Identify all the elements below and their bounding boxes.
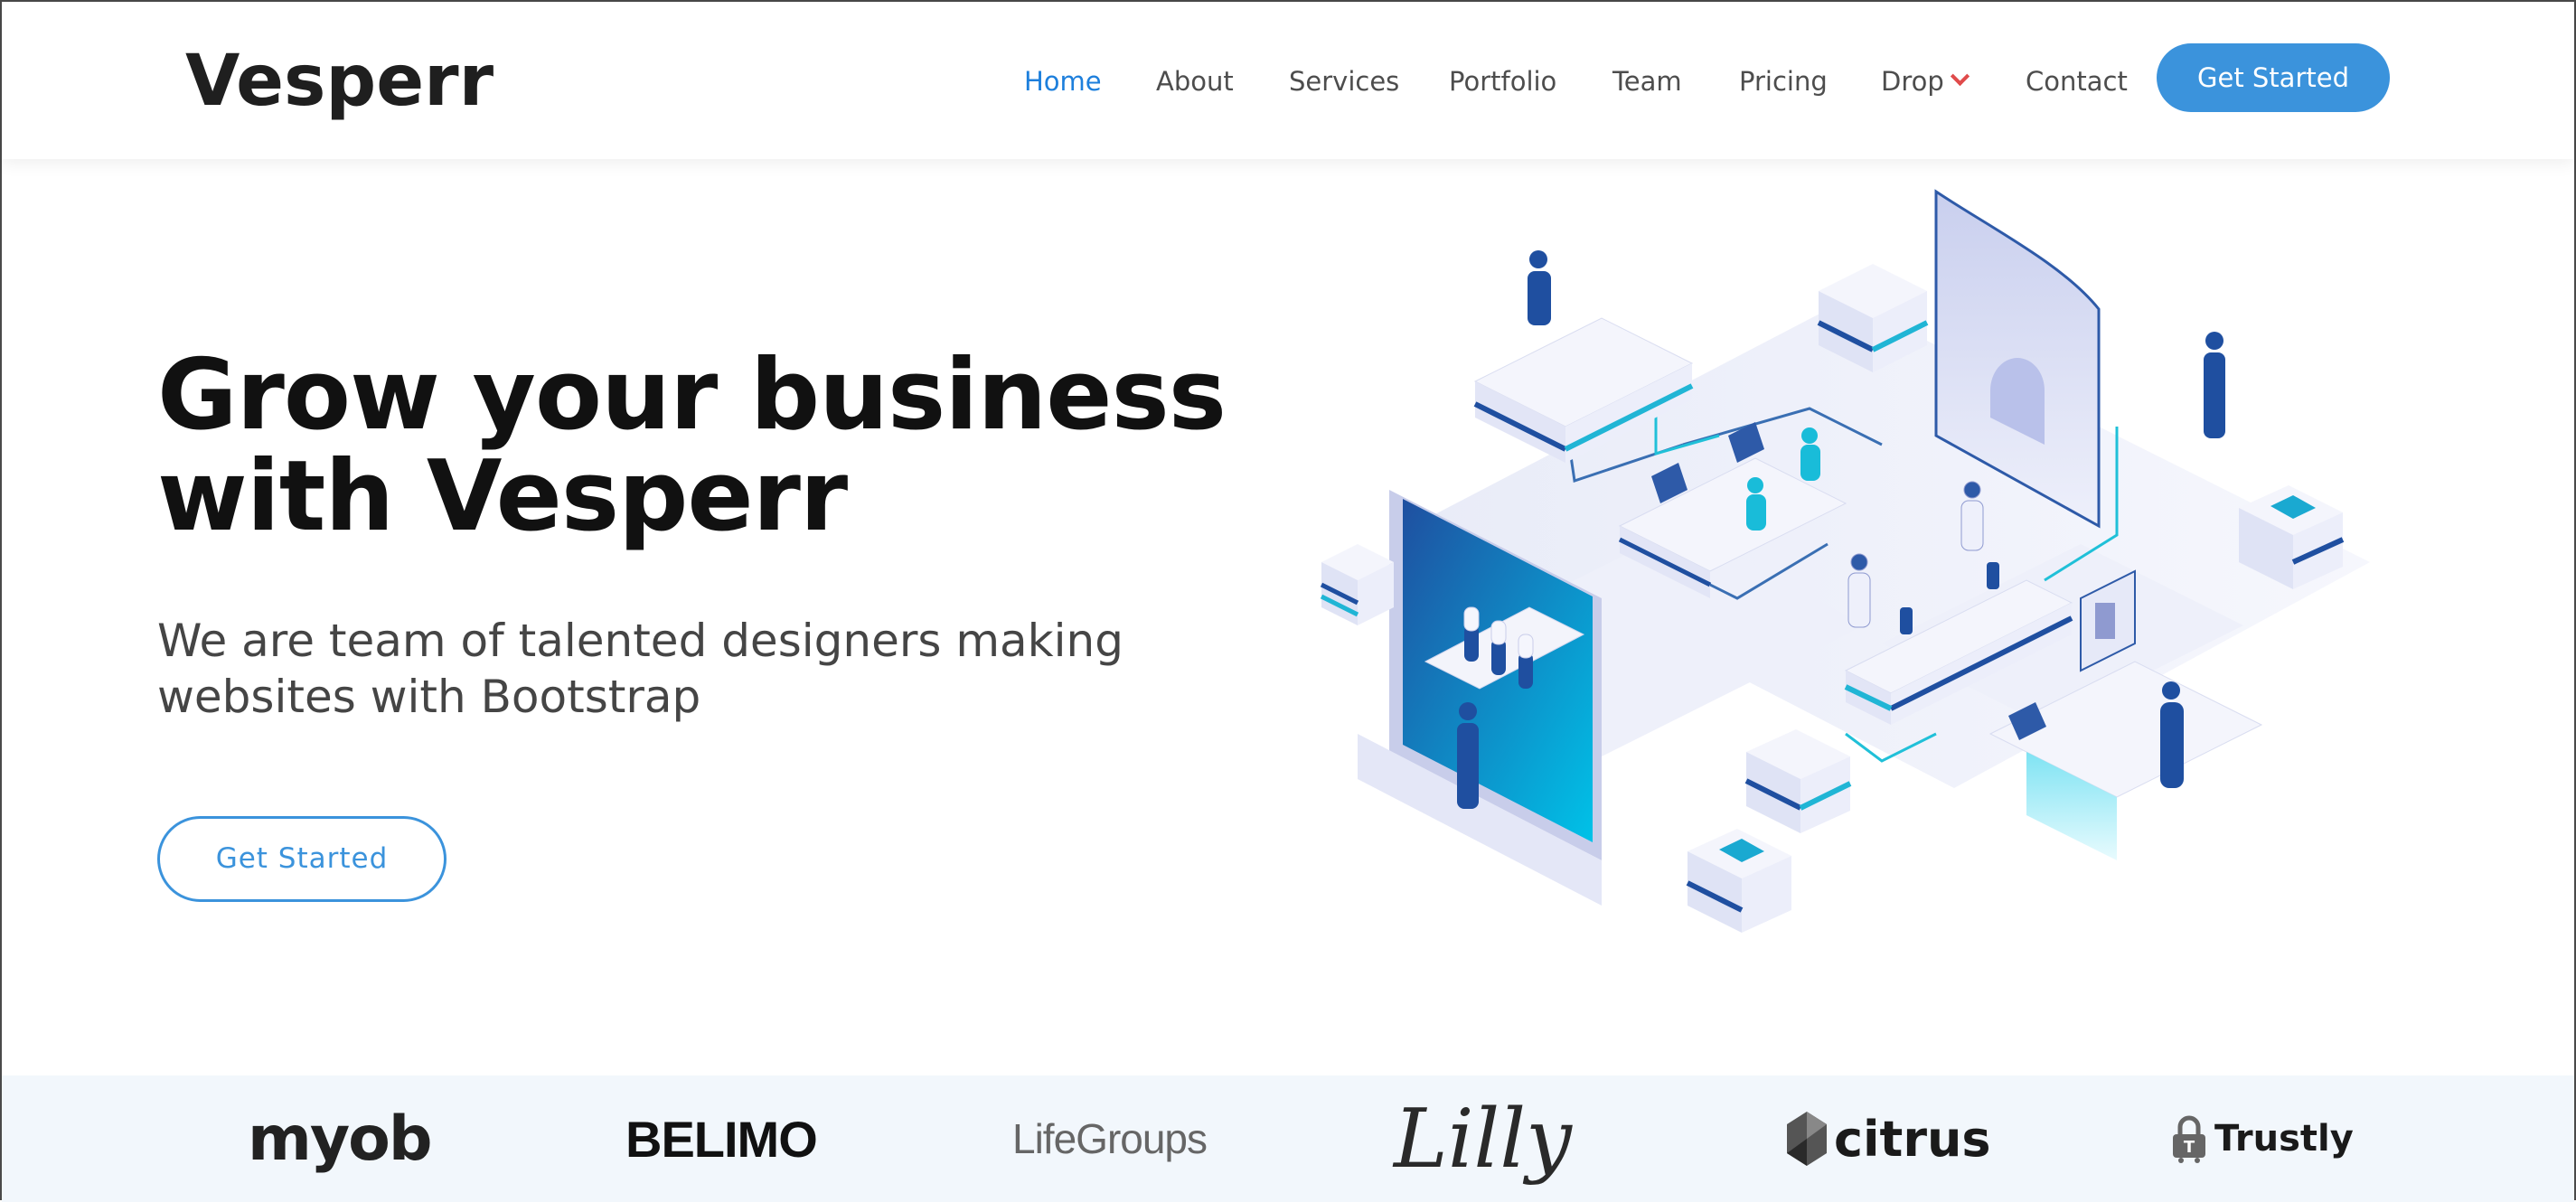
nav-portfolio[interactable]: Portfolio: [1449, 63, 1556, 99]
nav-contact[interactable]: Contact: [2026, 63, 2128, 99]
nav-pricing[interactable]: Pricing: [1739, 63, 1828, 99]
client-logo-lifegroups[interactable]: LifeGroups: [1012, 1075, 1208, 1202]
hero-isometric-illustration: [1320, 189, 2370, 933]
site-header: Vesperr Home About Services Portfolio Te…: [2, 2, 2574, 159]
client-logo-text: Trustly: [2214, 1118, 2354, 1160]
client-logo-citrus[interactable]: citrus: [1787, 1075, 1991, 1202]
hero-subtitle-line-2: websites with Bootstrap: [157, 671, 701, 723]
padlock-icon: T: [2173, 1115, 2205, 1163]
hero-get-started-button[interactable]: Get Started: [157, 816, 447, 902]
chevron-down-icon: [1950, 66, 1970, 87]
client-logo-text: BELIMO: [625, 1110, 818, 1168]
nav-team[interactable]: Team: [1612, 63, 1682, 99]
clients-section: myob BELIMO LifeGroups Lilly citrus T Tr…: [2, 1075, 2574, 1202]
svg-text:T: T: [2184, 1138, 2195, 1157]
client-logo-text: LifeGroups: [1012, 1115, 1208, 1162]
nav-services[interactable]: Services: [1289, 63, 1399, 99]
citrus-mark-icon: [1787, 1112, 1827, 1166]
header-get-started-button[interactable]: Get Started: [2157, 43, 2390, 112]
client-logo-belimo[interactable]: BELIMO: [625, 1075, 818, 1202]
client-logo-trustly[interactable]: T Trustly: [2171, 1075, 2354, 1202]
client-logo-text: Lilly: [1394, 1091, 1572, 1187]
nav-drop[interactable]: Drop: [1881, 63, 1970, 99]
hero-title: Grow your business with Vesperr: [157, 345, 1242, 548]
client-logo-lilly[interactable]: Lilly: [1394, 1075, 1572, 1202]
client-logo-text: citrus: [1834, 1110, 1991, 1168]
client-logo-text: myob: [248, 1103, 433, 1175]
nav-home[interactable]: Home: [1024, 63, 1102, 99]
hero-subtitle-line-1: We are team of talented designers making: [157, 615, 1123, 667]
nav-about[interactable]: About: [1156, 63, 1234, 99]
hero-title-line-1: Grow your business: [157, 339, 1227, 452]
nav-drop-label: Drop: [1881, 66, 1944, 97]
hero-title-line-2: with Vesperr: [157, 440, 848, 553]
client-logo-myob[interactable]: myob: [248, 1075, 433, 1202]
hero-subtitle: We are team of talented designers making…: [157, 613, 1197, 725]
